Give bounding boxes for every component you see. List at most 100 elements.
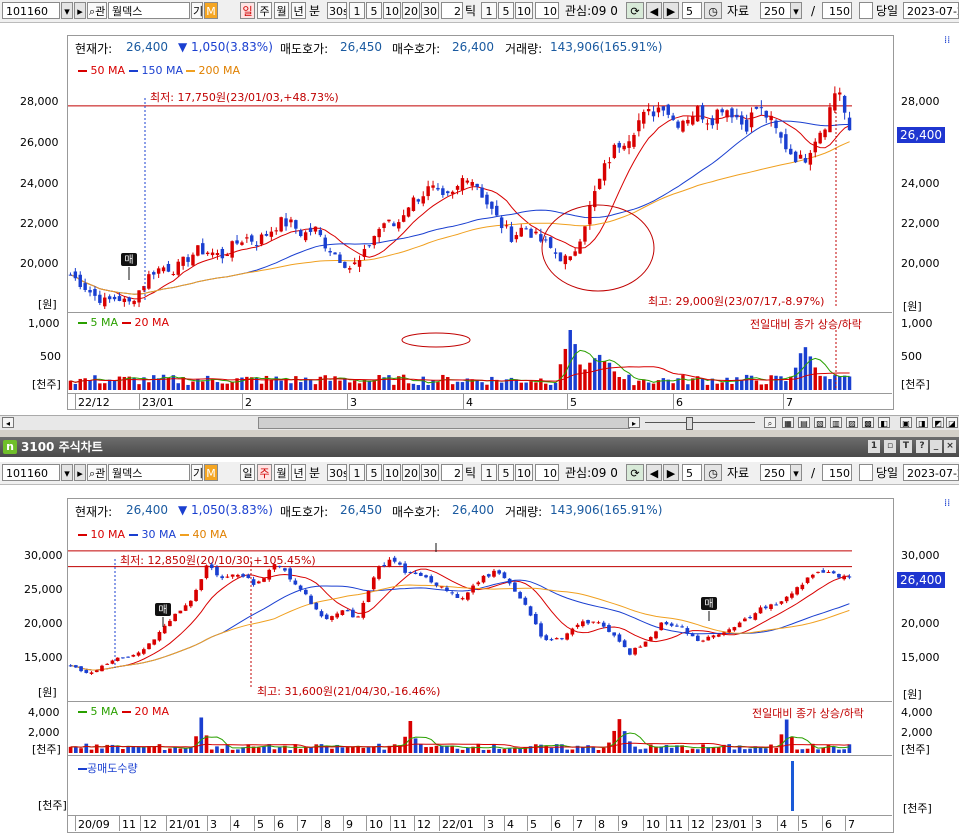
stock-name-field[interactable]: 월덱스 [108, 464, 190, 481]
play-icon[interactable]: ▸ [74, 2, 86, 19]
prev-icon[interactable]: ◀ [646, 2, 662, 19]
tool8-icon[interactable]: ▣ [900, 417, 912, 428]
scroll-thumb[interactable] [258, 417, 630, 429]
window-btn2-icon[interactable]: ▫ [884, 440, 896, 453]
num-input[interactable]: 5 [682, 464, 702, 481]
search-button[interactable]: ⌕관 [87, 2, 107, 19]
tick-1-button[interactable]: 1 [481, 2, 497, 19]
minute-select[interactable]: 30s [327, 2, 347, 19]
tick-input[interactable]: 2 [441, 464, 463, 481]
tick-value-input[interactable]: 10 [535, 464, 559, 481]
tool10-icon[interactable]: ◩ [932, 417, 944, 428]
scroll-left-icon[interactable]: ◂ [2, 417, 14, 428]
window-btn3-icon[interactable]: T [900, 440, 912, 453]
top-x-tick [463, 393, 464, 409]
next-icon[interactable]: ▶ [663, 464, 679, 481]
volume-bar [711, 747, 716, 753]
tick-value-input[interactable]: 10 [535, 2, 559, 19]
min-5-button[interactable]: 5 [366, 464, 382, 481]
date-input[interactable]: 2023-07-2 [903, 464, 959, 481]
next-icon[interactable]: ▶ [663, 2, 679, 19]
window-btn1-icon[interactable]: 1 [868, 440, 880, 453]
tool2-icon[interactable]: ▤ [798, 417, 810, 428]
stock-code-input[interactable]: 101160 [2, 464, 60, 481]
tool11-icon[interactable]: ◪ [946, 417, 958, 428]
zoom-track[interactable] [645, 422, 755, 423]
tick-input[interactable]: 2 [441, 2, 463, 19]
count2-input[interactable]: 150 [822, 2, 852, 19]
count-dropdown-icon[interactable]: ▾ [790, 464, 802, 481]
interest-label[interactable]: 관심:09 0 [565, 465, 618, 481]
candle-body [328, 250, 332, 253]
minute-select[interactable]: 30s [327, 464, 347, 481]
dropdown-arrow-icon[interactable]: ▾ [61, 464, 73, 481]
min-30-button[interactable]: 30 [421, 464, 439, 481]
today-checkbox[interactable] [859, 464, 873, 481]
candle-body [748, 617, 752, 619]
tool4-icon[interactable]: ▥ [830, 417, 842, 428]
settings-dots-icon[interactable]: ⁞⁞ [944, 498, 950, 509]
min-1-button[interactable]: 1 [349, 2, 365, 19]
interest-label[interactable]: 관심:09 0 [565, 3, 618, 19]
zoom-icon[interactable]: ⌕ [764, 417, 776, 428]
scroll-right-icon[interactable]: ▸ [628, 417, 640, 428]
volume-bar [340, 747, 345, 753]
top-x-label: 5 [570, 396, 577, 409]
settings-dots-icon[interactable]: ⁞⁞ [944, 35, 950, 46]
zoom-handle[interactable] [686, 417, 693, 430]
candle-body [607, 162, 612, 164]
gi-button[interactable]: 기 [191, 464, 203, 481]
tool7-icon[interactable]: ◧ [878, 417, 890, 428]
top-scrollbar[interactable]: ◂ ▸ ⌕ ▦ ▤ ▧ ▥ ▨ ▩ ◧ ▣ ◨ ◩ ◪ [0, 415, 959, 431]
stock-name-field[interactable]: 월덱스 [108, 2, 190, 19]
tick-5-button[interactable]: 5 [498, 2, 514, 19]
period-week-button[interactable]: 주 [257, 464, 272, 481]
period-day-button[interactable]: 일 [240, 2, 255, 19]
stock-code-input[interactable]: 101160 [2, 2, 60, 19]
refresh-icon[interactable]: ⟳ [626, 2, 644, 19]
m-button[interactable]: M [204, 464, 218, 481]
min-1-button[interactable]: 1 [349, 464, 365, 481]
volume-bar [401, 374, 406, 390]
dropdown-arrow-icon[interactable]: ▾ [61, 2, 73, 19]
period-month-button[interactable]: 월 [274, 464, 289, 481]
window-help-icon[interactable]: ? [916, 440, 928, 453]
clock-icon[interactable]: ◷ [704, 2, 722, 19]
tick-1-button[interactable]: 1 [481, 464, 497, 481]
today-checkbox[interactable] [859, 2, 873, 19]
min-5-button[interactable]: 5 [366, 2, 382, 19]
clock-icon[interactable]: ◷ [704, 464, 722, 481]
period-month-button[interactable]: 월 [274, 2, 289, 19]
tick-10-button[interactable]: 10 [515, 2, 533, 19]
period-day-button[interactable]: 일 [240, 464, 255, 481]
tool3-icon[interactable]: ▧ [814, 417, 826, 428]
search-button[interactable]: ⌕관 [87, 464, 107, 481]
min-10-button[interactable]: 10 [383, 464, 401, 481]
play-icon[interactable]: ▸ [74, 464, 86, 481]
date-input[interactable]: 2023-07-2 [903, 2, 959, 19]
prev-icon[interactable]: ◀ [646, 464, 662, 481]
tool5-icon[interactable]: ▨ [846, 417, 858, 428]
window-minimize-icon[interactable]: _ [930, 440, 942, 453]
m-button[interactable]: M [204, 2, 218, 19]
min-20-button[interactable]: 20 [402, 2, 420, 19]
period-week-button[interactable]: 주 [257, 2, 272, 19]
volume-bar [813, 367, 817, 390]
tool1-icon[interactable]: ▦ [782, 417, 794, 428]
min-20-button[interactable]: 20 [402, 464, 420, 481]
period-year-button[interactable]: 년 [291, 2, 306, 19]
window-close-icon[interactable]: × [944, 440, 956, 453]
count-dropdown-icon[interactable]: ▾ [790, 2, 802, 19]
tick-10-button[interactable]: 10 [515, 464, 533, 481]
tool6-icon[interactable]: ▩ [862, 417, 874, 428]
num-input[interactable]: 5 [682, 2, 702, 19]
min-30-button[interactable]: 30 [421, 2, 439, 19]
count2-input[interactable]: 150 [822, 464, 852, 481]
tick-5-button[interactable]: 5 [498, 464, 514, 481]
period-year-button[interactable]: 년 [291, 464, 306, 481]
candle-body [486, 574, 491, 577]
tool9-icon[interactable]: ◨ [916, 417, 928, 428]
gi-button[interactable]: 기 [191, 2, 203, 19]
min-10-button[interactable]: 10 [383, 2, 401, 19]
refresh-icon[interactable]: ⟳ [626, 464, 644, 481]
